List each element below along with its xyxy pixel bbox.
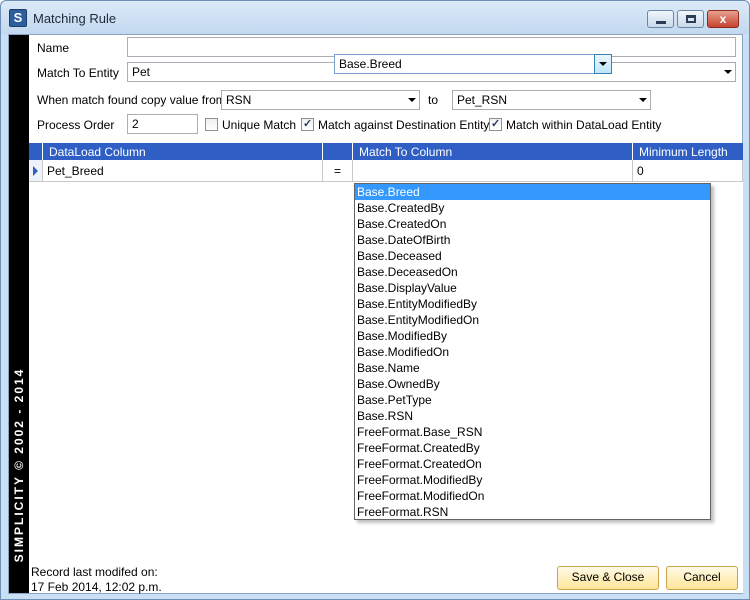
- copy-from-select[interactable]: RSN: [221, 90, 420, 110]
- current-row-icon: [33, 166, 38, 176]
- unique-match-checkbox[interactable]: [205, 118, 218, 131]
- column-header-match-to[interactable]: Match To Column: [353, 143, 633, 160]
- match-within-checkbox[interactable]: [489, 117, 502, 131]
- dropdown-option[interactable]: FreeFormat.CreatedBy: [355, 440, 710, 456]
- entity-label: Match To Entity: [37, 66, 119, 80]
- minimize-icon: [656, 21, 666, 24]
- chevron-down-icon: [639, 98, 647, 102]
- dropdown-toggle-button[interactable]: [594, 54, 612, 74]
- column-header-min-length[interactable]: Minimum Length: [633, 143, 743, 160]
- match-to-column-dropdown[interactable]: Base.Breed Base.CreatedBy Base.CreatedOn Ba…: [354, 183, 711, 520]
- copy-to-select[interactable]: Pet_RSN: [452, 90, 651, 110]
- column-header-operator[interactable]: [323, 143, 353, 160]
- dropdown-option[interactable]: Base.EntityModifiedOn: [355, 312, 710, 328]
- dropdown-option[interactable]: Base.Breed: [355, 184, 710, 200]
- maximize-icon: [686, 15, 696, 23]
- dropdown-option[interactable]: FreeFormat.CreatedOn: [355, 456, 710, 472]
- modified-value: 17 Feb 2014, 12:02 p.m.: [31, 580, 162, 594]
- unique-match-label: Unique Match: [222, 118, 297, 132]
- dialog-client-area: SIMPLICITY © 2002 - 2014 Name Match To E…: [8, 34, 743, 594]
- dropdown-option[interactable]: FreeFormat.ModifiedBy: [355, 472, 710, 488]
- dropdown-option[interactable]: Base.Deceased: [355, 248, 710, 264]
- dropdown-option[interactable]: Base.EntityModifiedBy: [355, 296, 710, 312]
- footer: Record last modifed on: 17 Feb 2014, 12:…: [29, 559, 743, 594]
- process-order-input[interactable]: 2: [127, 114, 198, 134]
- cell-dataload-column[interactable]: Pet_Breed: [43, 160, 323, 182]
- dropdown-option[interactable]: FreeFormat.ModifiedOn: [355, 488, 710, 504]
- dropdown-option[interactable]: FreeFormat.RSN: [355, 504, 710, 520]
- save-close-button[interactable]: Save & Close: [557, 566, 659, 590]
- name-label: Name: [37, 41, 70, 55]
- cell-minimum-length[interactable]: 0: [633, 160, 743, 182]
- copy-value-label: When match found copy value from: [37, 93, 226, 107]
- modified-label: Record last modifed on:: [31, 565, 158, 579]
- dropdown-option[interactable]: FreeFormat.Base_RSN: [355, 424, 710, 440]
- chevron-down-icon: [408, 98, 416, 102]
- cancel-button[interactable]: Cancel: [666, 566, 738, 590]
- maximize-button[interactable]: [677, 10, 704, 28]
- close-icon: x: [719, 12, 727, 26]
- title-bar[interactable]: S Matching Rule x: [1, 1, 749, 34]
- close-button[interactable]: x: [707, 10, 739, 28]
- dropdown-option[interactable]: Base.Name: [355, 360, 710, 376]
- window-frame: S Matching Rule x SIMPLICITY © 2002 - 20…: [0, 0, 750, 600]
- dropdown-option[interactable]: Base.DeceasedOn: [355, 264, 710, 280]
- match-to-column-editor[interactable]: Base.Breed: [334, 54, 611, 74]
- window-title: Matching Rule: [33, 11, 117, 26]
- match-destination-checkbox[interactable]: [301, 117, 314, 131]
- minimize-button[interactable]: [647, 10, 674, 28]
- app-icon: S: [9, 9, 27, 27]
- dropdown-option[interactable]: Base.DisplayValue: [355, 280, 710, 296]
- to-label: to: [428, 93, 439, 107]
- match-within-label: Match within DataLoad Entity: [506, 118, 662, 132]
- copy-to-select-value: Pet_RSN: [457, 93, 508, 107]
- brand-sidebar: SIMPLICITY © 2002 - 2014: [9, 35, 29, 593]
- dropdown-option[interactable]: Base.DateOfBirth: [355, 232, 710, 248]
- dropdown-option[interactable]: Base.CreatedOn: [355, 216, 710, 232]
- process-order-label: Process Order: [37, 118, 115, 132]
- match-destination-label: Match against Destination Entity: [318, 118, 490, 132]
- row-header-corner: [29, 143, 43, 160]
- column-header-dataload[interactable]: DataLoad Column: [43, 143, 323, 160]
- row-selector[interactable]: [29, 160, 43, 182]
- dropdown-option[interactable]: Base.OwnedBy: [355, 376, 710, 392]
- dropdown-option[interactable]: Base.ModifiedOn: [355, 344, 710, 360]
- copy-from-select-value: RSN: [226, 93, 252, 107]
- cell-match-to-column[interactable]: [353, 160, 633, 182]
- entity-select-value: Pet: [132, 65, 151, 79]
- dropdown-option[interactable]: Base.ModifiedBy: [355, 328, 710, 344]
- dropdown-option[interactable]: Base.CreatedBy: [355, 200, 710, 216]
- brand-text: SIMPLICITY © 2002 - 2014: [12, 367, 26, 563]
- dropdown-option[interactable]: Base.PetType: [355, 392, 710, 408]
- chevron-down-icon: [724, 70, 732, 74]
- cell-operator[interactable]: =: [323, 160, 353, 182]
- dropdown-option[interactable]: Base.RSN: [355, 408, 710, 424]
